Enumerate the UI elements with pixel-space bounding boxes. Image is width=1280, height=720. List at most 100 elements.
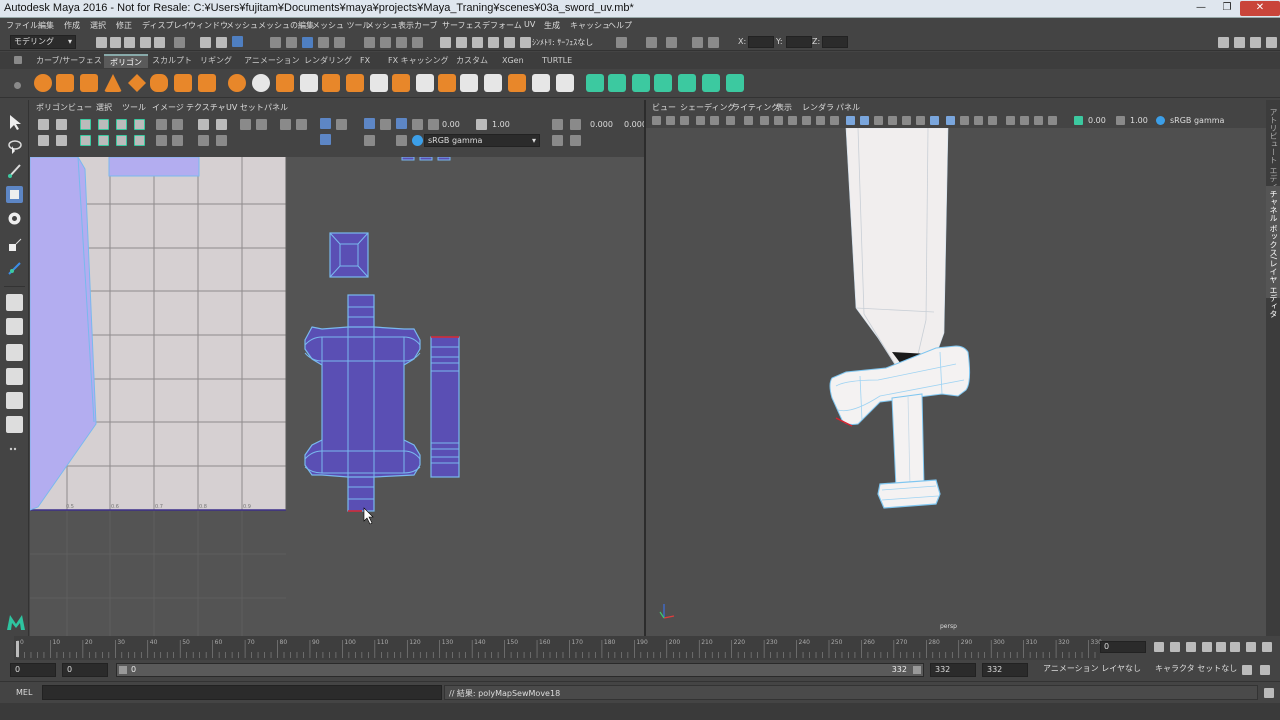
uv-straighten-icon[interactable]	[134, 135, 145, 146]
uv-display-rgb-icon[interactable]	[412, 119, 423, 130]
shelf-tab-sculpt[interactable]: スカルプト	[146, 54, 198, 68]
uv-display-image-icon[interactable]	[320, 118, 331, 129]
shelf-tab-animation[interactable]: アニメーション	[238, 54, 306, 68]
step-back-key-icon[interactable]	[1170, 642, 1180, 652]
vp-camera-attr-icon[interactable]	[666, 116, 675, 125]
planar-projection-icon[interactable]	[586, 74, 604, 92]
current-frame-field[interactable]: 0	[1100, 641, 1146, 653]
vp-smooth-shade-icon[interactable]	[860, 116, 869, 125]
uv-shell-top-small[interactable]	[401, 157, 415, 161]
vp-menu-shading[interactable]: シェーディング	[680, 102, 735, 113]
maximize-button[interactable]: ❐	[1214, 1, 1240, 16]
poly-plane-icon[interactable]	[128, 74, 146, 92]
shelf-tab-turtle[interactable]: TURTLE	[536, 54, 578, 68]
snap-surface-icon[interactable]	[334, 37, 345, 48]
vp-safe-title-icon[interactable]	[830, 116, 839, 125]
vp-xray-active-icon[interactable]	[1048, 116, 1057, 125]
uv-menu-polygons[interactable]: ポリゴン	[36, 102, 68, 113]
sew-uv-icon[interactable]	[702, 74, 720, 92]
modeling-toolkit-icon[interactable]	[1218, 37, 1229, 48]
channel-box-icon[interactable]	[1266, 37, 1277, 48]
poly-cube-icon[interactable]	[56, 74, 74, 92]
rotate-tool-icon[interactable]	[6, 210, 23, 227]
uv-shell-strip[interactable]	[430, 336, 460, 478]
menu-edit[interactable]: 編集	[38, 20, 54, 31]
vp-safe-action-icon[interactable]	[816, 116, 825, 125]
menu-deform[interactable]: デフォーム	[482, 20, 522, 31]
uv-menu-select[interactable]: 選択	[96, 102, 112, 113]
open-scene-icon[interactable]	[110, 37, 121, 48]
bevel-icon[interactable]	[346, 74, 364, 92]
uv-align-min-icon[interactable]	[156, 119, 167, 130]
uv-frame-all-icon[interactable]	[280, 119, 291, 130]
vp-color-space[interactable]: sRGB gamma	[1170, 116, 1224, 125]
select-component-icon[interactable]	[216, 37, 227, 48]
uv-stats-icon[interactable]	[396, 135, 407, 146]
uv-shaded-icon[interactable]	[336, 119, 347, 130]
vp-menu-lighting[interactable]: ライティング	[732, 102, 779, 113]
fill-hole-icon[interactable]	[484, 74, 502, 92]
uv-menu-view[interactable]: ビュー	[68, 102, 92, 113]
persp-outliner-layout-icon[interactable]	[6, 344, 23, 361]
select-tool-icon[interactable]	[6, 114, 23, 131]
vp-xray-icon[interactable]	[1020, 116, 1029, 125]
select-uv-icon[interactable]	[232, 36, 243, 47]
shelf-tab-polygons[interactable]: ポリゴン	[104, 54, 148, 68]
uv-shell-top-small[interactable]	[419, 157, 433, 161]
menu-create[interactable]: 作成	[64, 20, 80, 31]
render-view-icon[interactable]	[488, 37, 499, 48]
vp-exposure-value[interactable]: 0.00	[1088, 116, 1106, 125]
uv-delete-icon[interactable]	[570, 135, 581, 146]
render-icon[interactable]	[412, 37, 423, 48]
save-scene-icon[interactable]	[124, 37, 135, 48]
poly-cylinder-icon[interactable]	[80, 74, 98, 92]
poly-prism-icon[interactable]	[174, 74, 192, 92]
viewport-canvas[interactable]: persp	[646, 128, 1266, 636]
vp-isolate-icon[interactable]	[1006, 116, 1015, 125]
menu-generate[interactable]: 生成	[544, 20, 560, 31]
uv-menu-panels[interactable]: パネル	[264, 102, 288, 113]
vp-wireframe-icon[interactable]	[846, 116, 855, 125]
mirror-icon[interactable]	[508, 74, 526, 92]
merge-icon[interactable]	[460, 74, 478, 92]
vp-default-material-icon[interactable]	[874, 116, 883, 125]
uv-cycle-icon[interactable]	[552, 135, 563, 146]
uv-color-mgmt-icon[interactable]	[412, 135, 423, 146]
snap-curve-icon[interactable]	[286, 37, 297, 48]
snap-grid-icon[interactable]	[270, 37, 281, 48]
shelf-tab-fx-caching[interactable]: FX キャッシング	[382, 54, 455, 68]
vp-grid-icon[interactable]	[744, 116, 753, 125]
command-input[interactable]	[42, 685, 442, 700]
smooth-icon[interactable]	[300, 74, 318, 92]
menu-curves[interactable]: カーブ	[414, 20, 438, 31]
uv-grid-icon[interactable]	[156, 135, 167, 146]
snap-view-icon[interactable]	[318, 37, 329, 48]
attribute-editor-icon[interactable]	[1234, 37, 1245, 48]
snap-point-icon[interactable]	[302, 37, 313, 48]
menu-window[interactable]: ウィンドウ	[188, 20, 228, 31]
uv-pixel-snap-icon[interactable]	[380, 119, 391, 130]
anim-start-field[interactable]: 0	[62, 663, 108, 677]
uv-isolate-icon[interactable]	[216, 119, 227, 130]
symmetry-status[interactable]: ｼﾝﾒﾄﾘ: ｻｰﾌｪｽなし	[532, 37, 593, 48]
range-end-field[interactable]: 332	[982, 663, 1028, 677]
character-set-dropdown[interactable]: キャラクタ セットなし	[1152, 663, 1237, 677]
vp-bookmark-icon[interactable]	[680, 116, 689, 125]
attribute-editor-tab[interactable]: アトリビュート エディタ	[1268, 108, 1279, 199]
channel-box-tab[interactable]: チャネル ボックス/レイヤ エディタ	[1268, 190, 1279, 318]
poly-sphere-icon[interactable]	[34, 74, 52, 92]
select-object-icon[interactable]	[200, 37, 211, 48]
shelf-settings-icon[interactable]	[14, 56, 22, 64]
vp-select-camera-icon[interactable]	[652, 116, 661, 125]
z-coord-field[interactable]	[822, 36, 848, 48]
vp-exposure-icon[interactable]	[1074, 116, 1083, 125]
vp-menu-show[interactable]: 表示	[776, 102, 792, 113]
boolean-icon[interactable]	[276, 74, 294, 92]
tool-settings-icon[interactable]	[1250, 37, 1261, 48]
sword-blade[interactable]	[845, 128, 949, 367]
uv-flip-u-icon[interactable]	[38, 119, 49, 130]
vp-2d-pan-icon[interactable]	[710, 116, 719, 125]
vp-film-gate-icon[interactable]	[760, 116, 769, 125]
shelf-tab-xgen[interactable]: XGen	[496, 54, 530, 68]
uv-select-border-icon[interactable]	[256, 119, 267, 130]
